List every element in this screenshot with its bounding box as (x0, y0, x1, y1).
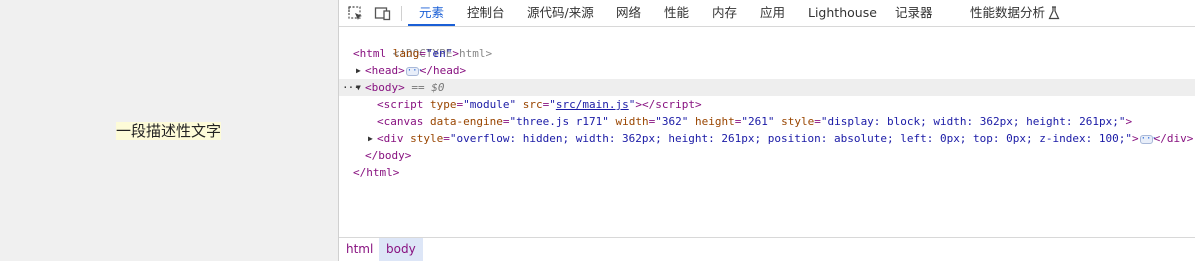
script-close-tag-name: script (655, 98, 695, 111)
html-tag-name: html (359, 47, 387, 60)
tab-memory[interactable]: 内存 (712, 0, 737, 26)
canvas-height-attr: height (694, 115, 735, 128)
canvas-width-value: "362" (655, 115, 689, 128)
body-tag-name: body (371, 81, 399, 94)
toolbar-separator (401, 6, 402, 21)
dom-line-doctype[interactable]: <!DOCTYPE html> (339, 28, 1195, 60)
device-toolbar-icon[interactable] (374, 5, 391, 22)
dom-line-html[interactable]: <html lang="en"> (339, 45, 1195, 62)
dom-line-head[interactable]: ▶ <head> ···</head> (339, 62, 1195, 79)
dom-line-body-close[interactable]: </body> (339, 147, 1195, 164)
dom-line-body-selected[interactable]: ··· ▼ <body> == $0 (339, 79, 1195, 96)
div-style-attr: style (410, 132, 444, 145)
canvas-width-attr: width (615, 115, 649, 128)
canvas-engine-attr: data-engine (430, 115, 503, 128)
script-type-attr: type (430, 98, 457, 111)
html-close-tag-name: html (366, 166, 393, 179)
expand-triangle-icon[interactable]: ▶ (368, 130, 376, 147)
script-src-link[interactable]: src/main.js (556, 98, 629, 111)
dom-line-div[interactable]: ▶ <div style="overflow: hidden; width: 36… (339, 130, 1195, 147)
script-type-value: "module" (463, 98, 517, 111)
script-tag-name: script (383, 98, 424, 111)
canvas-style-attr: style (781, 115, 815, 128)
canvas-style-value: "display: block; width: 362px; height: 2… (820, 115, 1126, 128)
collapsed-ellipsis-badge[interactable]: ··· (1139, 134, 1157, 144)
expand-triangle-icon[interactable]: ▶ (356, 62, 364, 79)
tab-console[interactable]: 控制台 (467, 0, 505, 26)
head-tag-name: head (371, 64, 399, 77)
breadcrumb: html body (339, 237, 1195, 261)
tab-sources[interactable]: 源代码/来源 (527, 0, 594, 26)
devtools-toolbar: 元素 控制台 源代码/来源 网络 性能 内存 应用 Lighthouse 记录器… (339, 0, 1195, 27)
flask-icon (1048, 6, 1060, 20)
breadcrumb-html[interactable]: html (339, 238, 380, 261)
active-tab-underline (408, 24, 455, 26)
dom-line-script[interactable]: <script type="module" src="src/main.js">… (339, 96, 1195, 113)
dom-line-canvas[interactable]: <canvas data-engine="three.js r171" widt… (339, 113, 1195, 130)
tab-performance-insights[interactable]: 性能数据分析 (970, 0, 1045, 26)
canvas-tag-name: canvas (383, 115, 424, 128)
canvas-engine-value: "three.js r171" (509, 115, 609, 128)
inspect-element-icon[interactable] (347, 5, 364, 22)
description-text: 一段描述性文字 (116, 122, 222, 140)
head-close-tag-name: head (433, 64, 460, 77)
tab-recorder[interactable]: 记录器 (895, 0, 933, 26)
breadcrumb-body[interactable]: body (379, 238, 423, 261)
html-lang-attr: lang (392, 47, 420, 60)
collapse-triangle-icon[interactable]: ▼ (356, 79, 364, 96)
tab-performance[interactable]: 性能 (664, 0, 689, 26)
tab-network[interactable]: 网络 (616, 0, 641, 26)
body-close-tag-name: body (378, 149, 405, 162)
script-src-attr: src (522, 98, 543, 111)
tab-elements[interactable]: 元素 (419, 0, 444, 26)
tab-lighthouse[interactable]: Lighthouse (808, 0, 877, 26)
div-style-value: "overflow: hidden; width: 362px; height:… (449, 132, 1132, 145)
canvas-height-value: "261" (741, 115, 775, 128)
collapsed-ellipsis-badge[interactable]: ··· (405, 66, 423, 76)
dom-tree: <!DOCTYPE html> <html lang="en"> ▶ <head>… (339, 28, 1195, 236)
page-viewport: 一段描述性文字 (0, 0, 338, 261)
dom-line-html-close[interactable]: </html> (339, 164, 1195, 181)
div-close-tag-name: div (1166, 132, 1187, 145)
div-tag-name: div (383, 132, 404, 145)
selected-node-marker: == $0 (411, 81, 445, 94)
html-lang-value: "en" (425, 47, 453, 60)
tab-application[interactable]: 应用 (760, 0, 785, 26)
devtools-panel: 元素 控制台 源代码/来源 网络 性能 内存 应用 Lighthouse 记录器… (338, 0, 1195, 261)
